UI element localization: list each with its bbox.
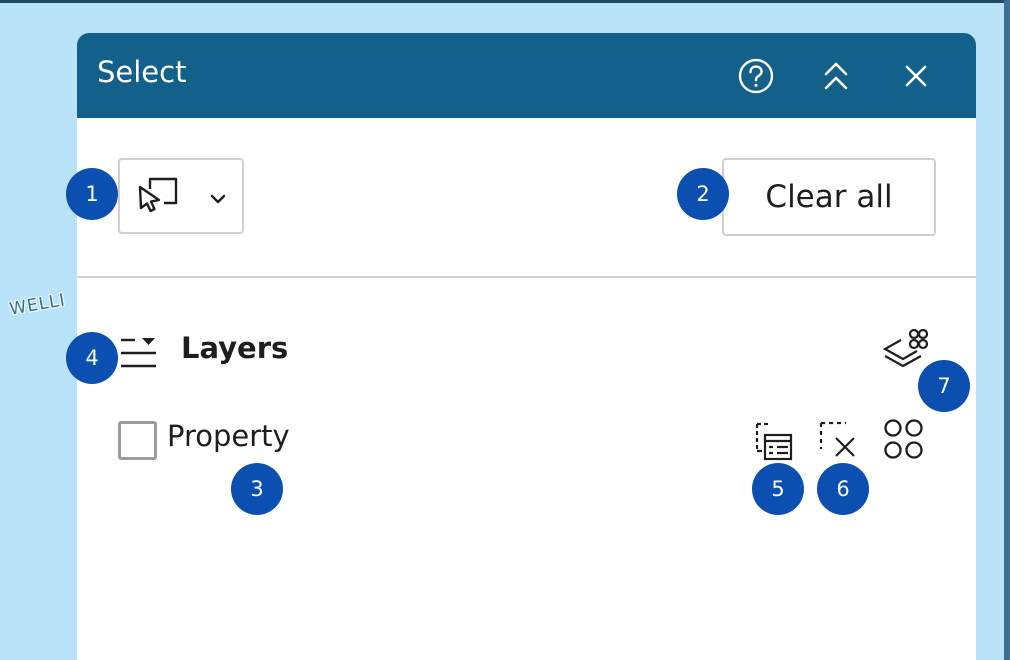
- callout-badge-5: 5: [752, 463, 804, 515]
- panel-header: Select: [77, 33, 976, 118]
- layer-list-icon[interactable]: [118, 335, 158, 371]
- chevron-down-icon: [206, 187, 230, 211]
- property-layer-checkbox[interactable]: [118, 421, 157, 460]
- map-top-border: [0, 0, 1006, 3]
- callout-badge-1: 1: [66, 168, 118, 220]
- clear-all-button[interactable]: Clear all: [722, 158, 936, 236]
- more-options-icon[interactable]: [881, 416, 927, 462]
- callout-badge-3: 3: [231, 463, 283, 515]
- show-table-icon[interactable]: [754, 421, 796, 463]
- selection-tool-dropdown[interactable]: [118, 158, 244, 234]
- select-panel: Select Clear all Layers Property: [77, 33, 976, 660]
- layers-heading: Layers: [181, 331, 289, 365]
- close-icon[interactable]: [897, 57, 935, 95]
- callout-badge-7: 7: [918, 360, 970, 412]
- select-layers-icon[interactable]: [881, 327, 929, 371]
- map-place-label: WELLI: [8, 290, 68, 320]
- callout-badge-4: 4: [66, 332, 118, 384]
- section-divider: [77, 276, 976, 278]
- callout-badge-6: 6: [817, 463, 869, 515]
- map-right-edge: [1004, 0, 1010, 660]
- help-icon[interactable]: [737, 57, 775, 95]
- rectangle-select-icon: [136, 176, 180, 218]
- panel-title: Select: [97, 55, 187, 89]
- layer-item-label: Property: [167, 419, 290, 453]
- collapse-icon[interactable]: [817, 57, 855, 95]
- clear-selection-icon[interactable]: [818, 419, 860, 461]
- callout-badge-2: 2: [677, 168, 729, 220]
